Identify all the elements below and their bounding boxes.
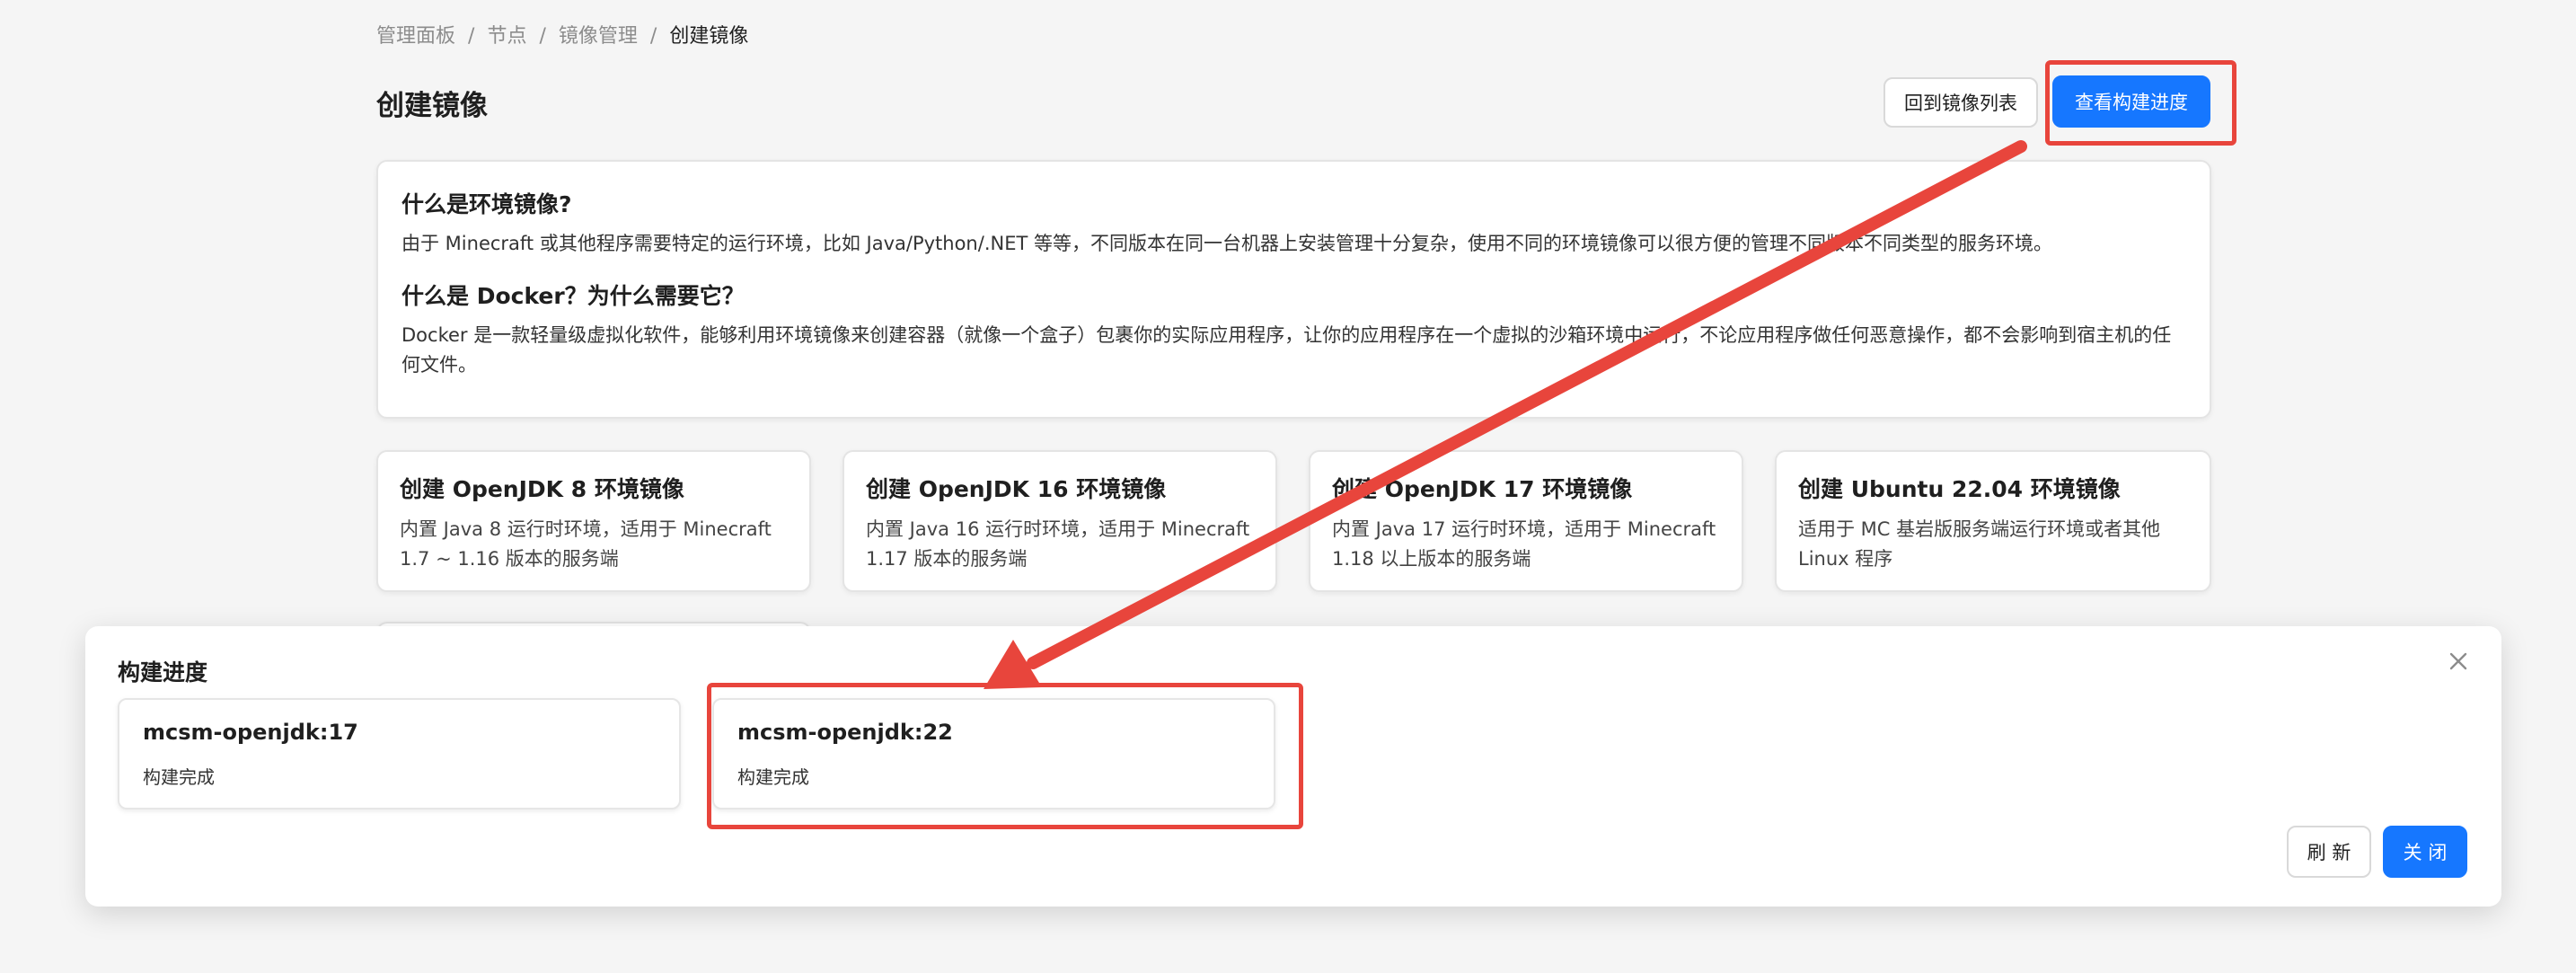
breadcrumb: 管理面板 / 节点 / 镜像管理 / 创建镜像 <box>376 20 748 49</box>
info-answer-docker: Docker 是一款轻量级虚拟化软件，能够利用环境镜像来创建容器（就像一个盒子）… <box>401 324 2172 376</box>
breadcrumb-item-image-management[interactable]: 镜像管理 <box>559 25 638 48</box>
close-button[interactable]: 关 闭 <box>2383 826 2467 878</box>
breadcrumb-item-nodes[interactable]: 节点 <box>487 25 526 48</box>
template-title: 创建 Ubuntu 22.04 环境镜像 <box>1798 476 2121 502</box>
template-card-ubuntu2204[interactable]: 创建 Ubuntu 22.04 环境镜像 适用于 MC 基岩版服务端运行环境或者… <box>1775 450 2211 592</box>
template-title: 创建 OpenJDK 8 环境镜像 <box>400 476 684 502</box>
build-job-name: mcsm-openjdk:17 <box>143 720 358 745</box>
template-card-openjdk16[interactable]: 创建 OpenJDK 16 环境镜像 内置 Java 16 运行时环境，适用于 … <box>842 450 1277 592</box>
build-job-status: 构建完成 <box>737 766 809 788</box>
info-question-environment-image: 什么是环境镜像? <box>401 191 572 217</box>
breadcrumb-item-dashboard[interactable]: 管理面板 <box>376 25 455 48</box>
close-icon[interactable] <box>2443 646 2474 677</box>
info-question-docker: 什么是 Docker？为什么需要它？ <box>401 283 745 309</box>
breadcrumb-separator: / <box>649 25 657 48</box>
info-answer-environment-image: 由于 Minecraft 或其他程序需要特定的运行环境，比如 Java/Pyth… <box>401 233 2052 254</box>
build-job-status: 构建完成 <box>143 766 215 788</box>
template-description: 内置 Java 8 运行时环境，适用于 Minecraft 1.7 ~ 1.16… <box>400 518 772 570</box>
template-title: 创建 OpenJDK 17 环境镜像 <box>1332 476 1633 502</box>
view-build-progress-button[interactable]: 查看构建进度 <box>2052 75 2210 128</box>
breadcrumb-separator: / <box>539 25 546 48</box>
back-to-image-list-button[interactable]: 回到镜像列表 <box>1883 77 2038 128</box>
build-job-card: mcsm-openjdk:17 构建完成 <box>118 698 681 809</box>
breadcrumb-separator: / <box>468 25 475 48</box>
template-card-openjdk17[interactable]: 创建 OpenJDK 17 环境镜像 内置 Java 17 运行时环境，适用于 … <box>1309 450 1743 592</box>
info-card: 什么是环境镜像? 由于 Minecraft 或其他程序需要特定的运行环境，比如 … <box>376 160 2211 419</box>
template-description: 适用于 MC 基岩版服务端运行环境或者其他 Linux 程序 <box>1798 518 2161 570</box>
build-job-name: mcsm-openjdk:22 <box>737 720 953 745</box>
refresh-button[interactable]: 刷 新 <box>2287 826 2371 878</box>
build-job-card: mcsm-openjdk:22 构建完成 <box>712 698 1275 809</box>
dialog-title: 构建进度 <box>118 659 208 686</box>
template-description: 内置 Java 17 运行时环境，适用于 Minecraft 1.18 以上版本… <box>1332 518 1716 570</box>
template-description: 内置 Java 16 运行时环境，适用于 Minecraft 1.17 版本的服… <box>866 518 1250 570</box>
template-title: 创建 OpenJDK 16 环境镜像 <box>866 476 1167 502</box>
page-title: 创建镜像 <box>376 90 488 122</box>
build-progress-dialog: 构建进度 mcsm-openjdk:17 构建完成 mcsm-openjdk:2… <box>85 626 2501 907</box>
template-card-openjdk8[interactable]: 创建 OpenJDK 8 环境镜像 内置 Java 8 运行时环境，适用于 Mi… <box>376 450 811 592</box>
breadcrumb-item-current: 创建镜像 <box>669 25 749 48</box>
